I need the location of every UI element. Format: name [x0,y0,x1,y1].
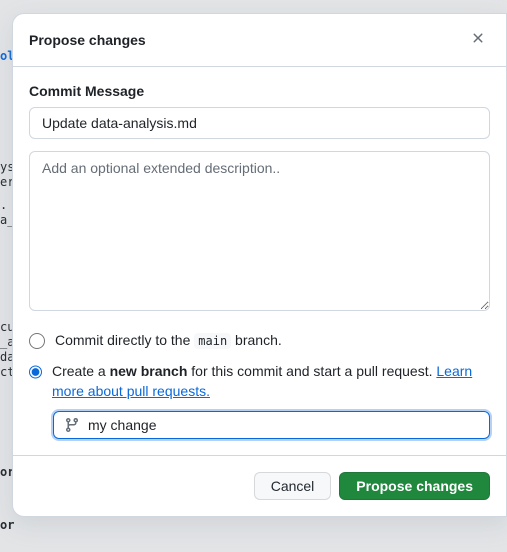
modal-title: Propose changes [29,32,146,48]
modal-footer: Cancel Propose changes [13,455,506,516]
modal-header: Propose changes [13,14,506,67]
modal-body: Commit Message Commit directly to the ma… [13,67,506,455]
propose-changes-button[interactable]: Propose changes [339,472,490,500]
propose-changes-modal: Propose changes Commit Message Commit di… [12,13,507,517]
commit-direct-radio[interactable] [29,333,45,349]
text-fragment: branch. [231,332,282,348]
branch-name-code: main [194,333,231,349]
text-fragment: for this commit and start a pull request… [187,363,436,379]
bg-code: or [0,518,14,532]
close-icon [470,30,486,46]
cancel-button[interactable]: Cancel [254,472,332,500]
close-button[interactable] [466,26,490,54]
branch-name-field[interactable] [53,411,490,439]
branch-name-input[interactable] [88,417,479,433]
text-fragment: Commit directly to the [55,332,194,348]
create-branch-radio[interactable] [29,364,42,380]
commit-message-input[interactable] [29,107,490,139]
bg-code: . [0,198,7,212]
extended-description-textarea[interactable] [29,151,490,311]
create-branch-option[interactable]: Create a new branch for this commit and … [29,361,490,401]
commit-message-label: Commit Message [29,83,490,99]
text-fragment: Create a [52,363,110,379]
git-branch-icon [64,417,80,433]
text-strong: new branch [110,363,188,379]
commit-direct-option[interactable]: Commit directly to the main branch. [29,330,490,351]
commit-direct-label: Commit directly to the main branch. [55,330,282,351]
create-branch-label: Create a new branch for this commit and … [52,361,490,401]
